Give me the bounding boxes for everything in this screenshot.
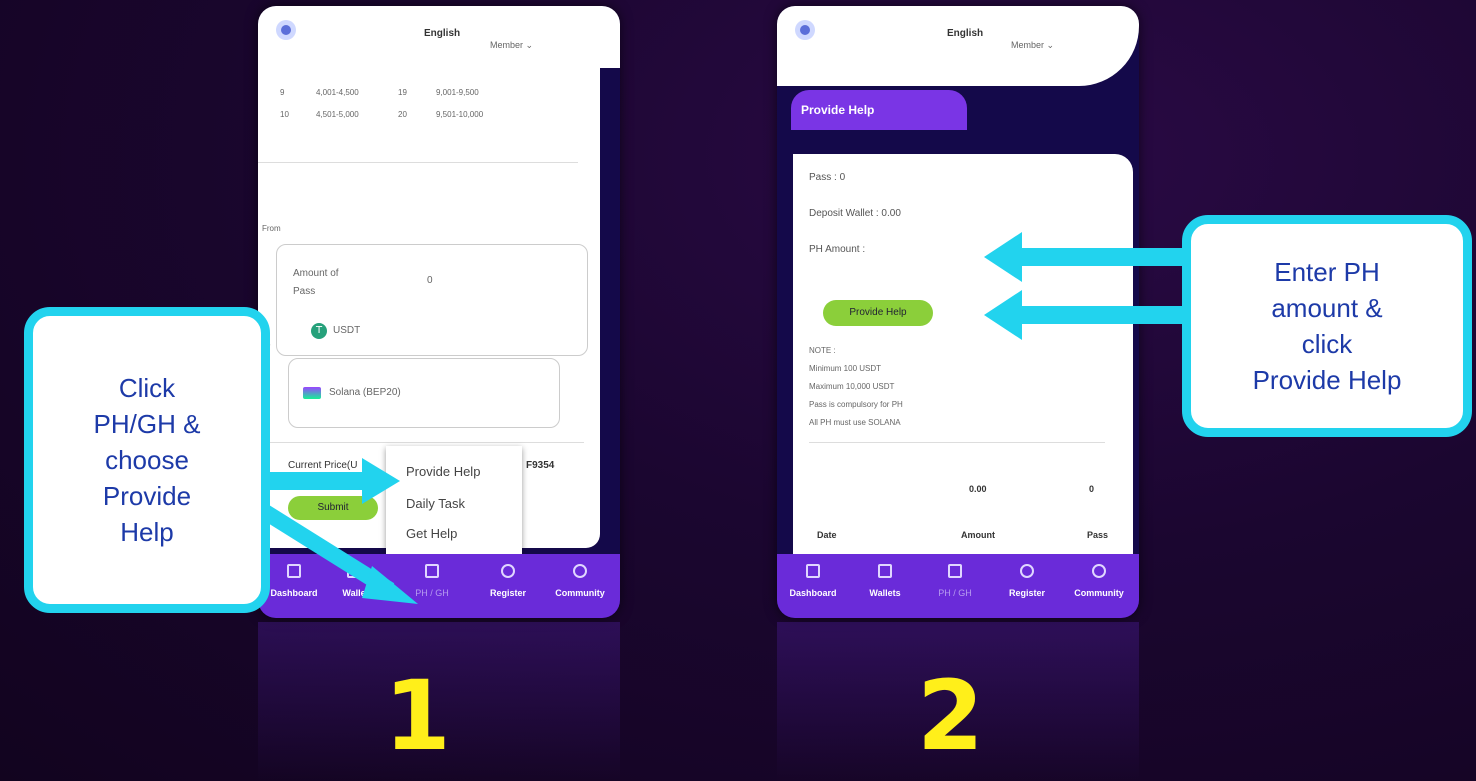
- callout-line: amount &: [1271, 293, 1383, 323]
- step-number-2: 2: [917, 660, 984, 772]
- arrow-to-menu-icon: [262, 458, 400, 504]
- callout-line: PH/GH &: [93, 409, 201, 439]
- arrow-to-ph-gh-icon: [257, 503, 418, 604]
- callout-line: Help: [120, 517, 174, 547]
- callout-left: Click PH/GH & choose Provide Help: [24, 307, 270, 613]
- callout-line: Enter PH: [1274, 257, 1380, 287]
- callout-line: Click: [118, 373, 176, 403]
- arrow-to-ph-amount-icon: [984, 232, 1192, 282]
- callout-line: Provide Help: [1252, 365, 1402, 395]
- callout-line: Provide: [102, 481, 192, 511]
- step-number-1: 1: [384, 660, 451, 772]
- callout-right: Enter PH amount & click Provide Help: [1182, 215, 1472, 437]
- callout-line: click: [1301, 329, 1353, 359]
- arrow-to-provide-help-icon: [984, 290, 1192, 340]
- callout-line: choose: [105, 445, 189, 475]
